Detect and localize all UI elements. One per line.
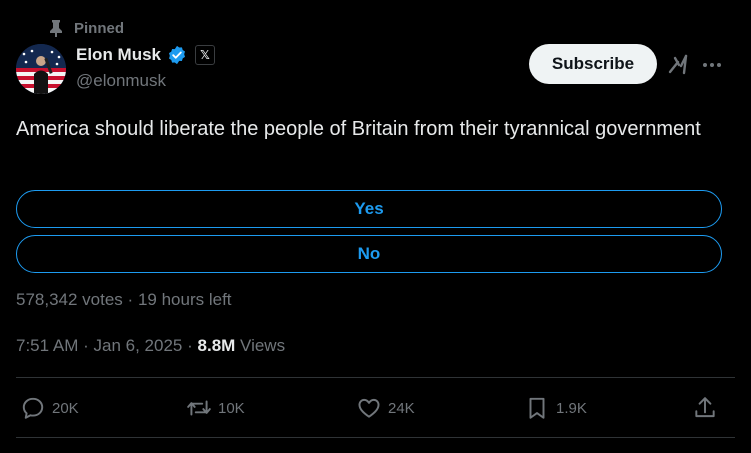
avatar-image	[16, 44, 66, 94]
meta-separator-2: ·	[187, 336, 193, 355]
share-button[interactable]	[692, 395, 718, 421]
repost-count: 10K	[218, 399, 245, 417]
divider-bottom	[16, 437, 735, 438]
tweet-time[interactable]: 7:51 AM	[16, 336, 78, 355]
poll-time-left: 19 hours left	[137, 290, 232, 309]
reply-button[interactable]: 20K	[20, 395, 79, 421]
author-name-row: Elon Musk 𝕏	[76, 45, 216, 65]
repost-icon	[187, 400, 211, 416]
meta-separator: ·	[83, 336, 89, 355]
poll-option-yes[interactable]: Yes	[16, 190, 722, 228]
divider	[16, 377, 735, 378]
pin-icon	[50, 20, 62, 37]
tweet-date[interactable]: Jan 6, 2025	[94, 336, 183, 355]
bookmark-icon	[529, 397, 545, 419]
more-icon[interactable]	[701, 55, 723, 75]
grok-icon[interactable]	[667, 53, 689, 75]
subscribe-button[interactable]: Subscribe	[529, 44, 657, 84]
reply-icon	[22, 397, 44, 419]
bookmark-button[interactable]: 1.9K	[524, 395, 587, 421]
views-label: Views	[240, 336, 286, 355]
tweet-meta: 7:51 AM · Jan 6, 2025 · 8.8M Views	[16, 336, 285, 356]
pinned-label: Pinned	[74, 19, 125, 37]
like-button[interactable]: 24K	[356, 395, 415, 421]
poll-option-no[interactable]: No	[16, 235, 722, 273]
action-bar: 20K 10K 24K 1.9K	[16, 395, 722, 425]
verified-icon[interactable]	[167, 45, 187, 65]
poll-separator: ·	[127, 290, 134, 309]
like-icon	[358, 398, 380, 418]
avatar[interactable]	[16, 44, 66, 94]
poll-votes: 578,342 votes	[16, 290, 123, 309]
repost-button[interactable]: 10K	[186, 395, 245, 421]
reply-count: 20K	[52, 399, 79, 417]
bookmark-count: 1.9K	[556, 399, 587, 417]
views-count: 8.8M	[197, 336, 236, 355]
author-handle[interactable]: @elonmusk	[76, 71, 166, 91]
share-icon	[695, 397, 715, 418]
author-display-name[interactable]: Elon Musk	[76, 45, 161, 65]
poll-meta: 578,342 votes · 19 hours left	[16, 290, 232, 310]
affiliate-badge[interactable]: 𝕏	[195, 45, 216, 65]
tweet-text: America should liberate the people of Br…	[16, 118, 701, 140]
like-count: 24K	[388, 399, 415, 417]
pinned-indicator: Pinned	[48, 19, 124, 37]
